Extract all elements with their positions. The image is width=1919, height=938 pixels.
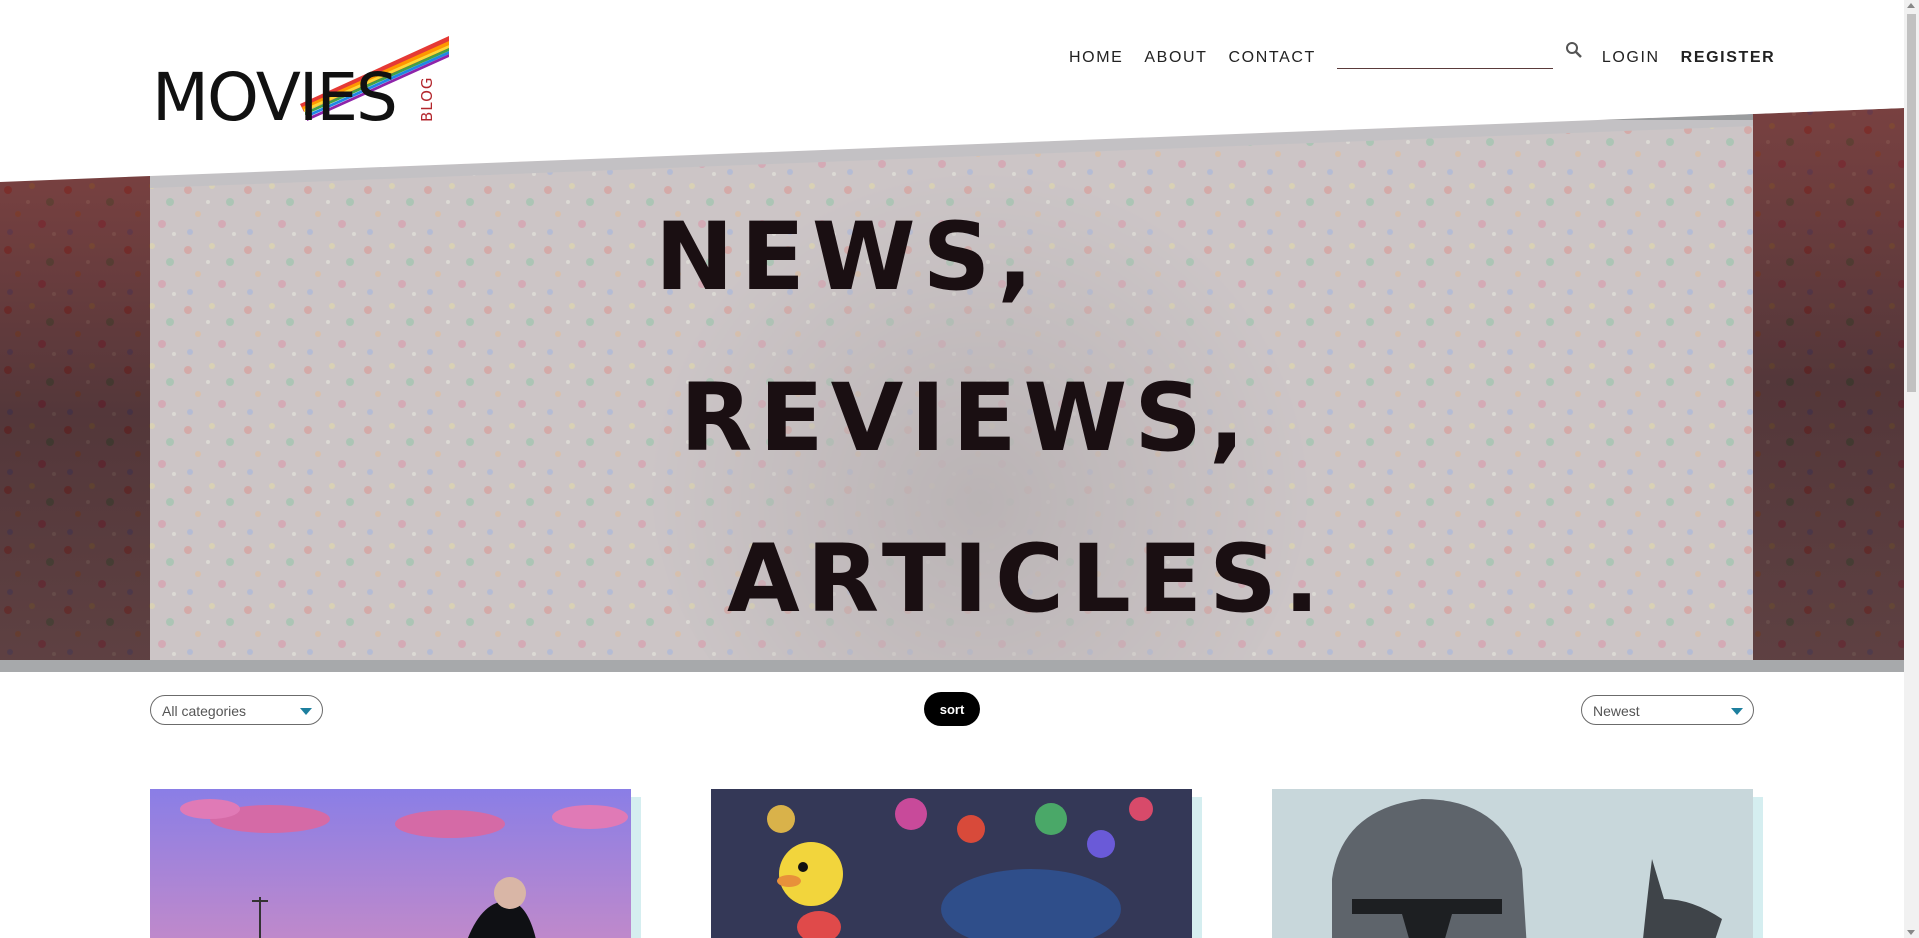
logo-subtext: BLOG — [418, 76, 436, 122]
photo-man-purple-sky-image — [150, 789, 631, 938]
search-input[interactable] — [1336, 42, 1557, 68]
photo-duck-toy-image — [711, 789, 1192, 938]
chevron-down-icon — [1731, 708, 1743, 715]
scroll-down-icon[interactable] — [1907, 930, 1915, 935]
scroll-up-icon[interactable] — [1907, 3, 1915, 8]
nav-login-link[interactable]: LOGIN — [1602, 49, 1660, 67]
hero-heading-reviews: REVIEWS, — [680, 364, 1252, 473]
article-card[interactable] — [1272, 789, 1763, 938]
search-icon[interactable] — [1565, 41, 1583, 59]
hero-heading-news: NEWS, — [655, 203, 1040, 312]
nav-register-link[interactable]: REGISTER — [1681, 49, 1776, 67]
logo-text: MOVIES — [152, 59, 396, 128]
nav-about-link[interactable]: ABOUT — [1144, 49, 1207, 67]
article-card[interactable] — [150, 789, 641, 938]
order-select[interactable]: Newest — [1581, 695, 1754, 725]
nav-contact-link[interactable]: CONTACT — [1229, 49, 1316, 67]
main-navigation: HOME ABOUT CONTACT LOGIN REGISTER — [1069, 41, 1776, 71]
category-select[interactable]: All categories — [150, 695, 323, 725]
hero-heading-articles: ARTICLES. — [727, 525, 1327, 634]
sort-button[interactable]: sort — [924, 692, 980, 726]
nav-home-link[interactable]: HOME — [1069, 49, 1123, 67]
article-card-image — [711, 789, 1192, 938]
chevron-down-icon — [300, 708, 312, 715]
article-card[interactable] — [711, 789, 1202, 938]
logo-icon: MOVIES BLOG — [152, 36, 449, 128]
hero-bottom-band — [0, 660, 1904, 672]
site-logo[interactable]: MOVIES BLOG — [152, 36, 452, 128]
order-select-value: Newest — [1593, 703, 1640, 719]
article-card-image — [1272, 789, 1753, 938]
photo-helmet-image — [1272, 789, 1753, 938]
scrollbar-thumb[interactable] — [1907, 14, 1916, 392]
article-card-image — [150, 789, 631, 938]
page-scrollbar[interactable] — [1904, 0, 1919, 938]
page: NEWS, REVIEWS, ARTICLES. MOVIES BLOG HOM… — [0, 0, 1919, 938]
category-select-value: All categories — [162, 703, 247, 719]
search-field — [1336, 42, 1557, 69]
